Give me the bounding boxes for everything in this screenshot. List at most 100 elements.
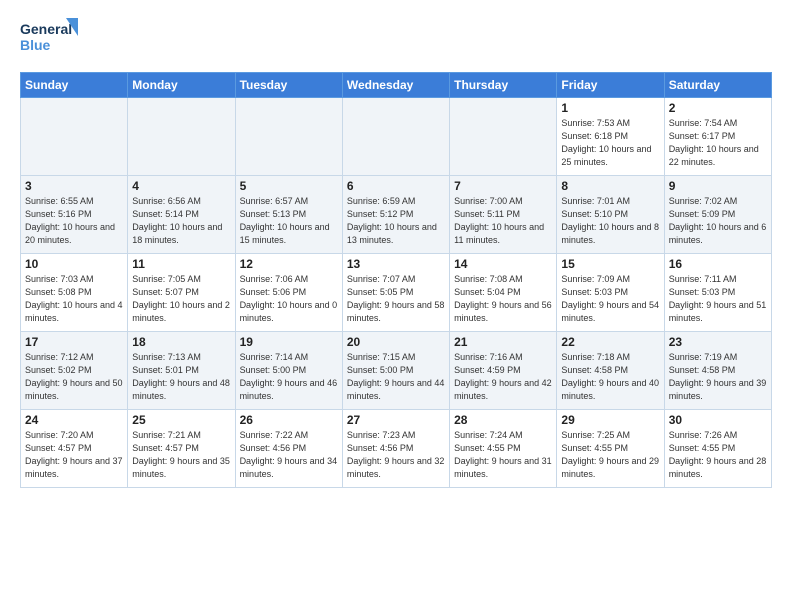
day-cell: 15Sunrise: 7:09 AM Sunset: 5:03 PM Dayli… [557,254,664,332]
day-cell: 26 Sunrise: 7:22 AM Sunset: 4:56 PM Dayli… [235,410,342,488]
day-info: Sunrise: 7:00 AM Sunset: 5:11 PM Dayligh… [454,195,552,247]
day-number: 24 [25,413,123,427]
day-number: 21 [454,335,552,349]
week-row-4: 17Sunrise: 7:12 AM Sunset: 5:02 PM Dayli… [21,332,772,410]
day-cell [235,98,342,176]
day-info: Sunrise: 7:15 AM Sunset: 5:00 PM Dayligh… [347,351,445,403]
day-number: 4 [132,179,230,193]
day-cell [450,98,557,176]
day-cell: 22 Sunrise: 7:18 AM Sunset: 4:58 PM Dayli… [557,332,664,410]
day-cell: 3 Sunrise: 6:55 AM Sunset: 5:16 PM Daylig… [21,176,128,254]
day-info: Sunrise: 7:22 AM Sunset: 4:56 PM Dayligh… [240,429,338,481]
day-cell: 30Sunrise: 7:26 AM Sunset: 4:55 PM Dayli… [664,410,771,488]
week-row-5: 24 Sunrise: 7:20 AM Sunset: 4:57 PM Dayli… [21,410,772,488]
header-cell-saturday: Saturday [664,73,771,98]
day-cell: 5 Sunrise: 6:57 AM Sunset: 5:13 PM Daylig… [235,176,342,254]
day-info: Sunrise: 6:56 AM Sunset: 5:14 PM Dayligh… [132,195,230,247]
day-number: 15 [561,257,659,271]
day-number: 13 [347,257,445,271]
day-info: Sunrise: 7:20 AM Sunset: 4:57 PM Dayligh… [25,429,123,481]
day-cell: 12Sunrise: 7:06 AM Sunset: 5:06 PM Dayli… [235,254,342,332]
day-info: Sunrise: 7:13 AM Sunset: 5:01 PM Dayligh… [132,351,230,403]
day-cell: 11 Sunrise: 7:05 AM Sunset: 5:07 PM Dayli… [128,254,235,332]
day-cell: 13 Sunrise: 7:07 AM Sunset: 5:05 PM Dayli… [342,254,449,332]
day-info: Sunrise: 7:05 AM Sunset: 5:07 PM Dayligh… [132,273,230,325]
day-cell: 4 Sunrise: 6:56 AM Sunset: 5:14 PM Daylig… [128,176,235,254]
day-info: Sunrise: 7:25 AM Sunset: 4:55 PM Dayligh… [561,429,659,481]
page: General Blue SundayMondayTuesdayWednesda… [0,0,792,498]
day-number: 14 [454,257,552,271]
week-row-1: 1 Sunrise: 7:53 AM Sunset: 6:18 PM Daylig… [21,98,772,176]
header-cell-thursday: Thursday [450,73,557,98]
day-cell: 9 Sunrise: 7:02 AM Sunset: 5:09 PM Daylig… [664,176,771,254]
day-cell: 28 Sunrise: 7:24 AM Sunset: 4:55 PM Dayli… [450,410,557,488]
day-info: Sunrise: 7:16 AM Sunset: 4:59 PM Dayligh… [454,351,552,403]
svg-text:General: General [20,21,72,37]
day-number: 25 [132,413,230,427]
day-number: 18 [132,335,230,349]
day-cell: 21 Sunrise: 7:16 AM Sunset: 4:59 PM Dayli… [450,332,557,410]
day-cell [342,98,449,176]
day-info: Sunrise: 7:53 AM Sunset: 6:18 PM Dayligh… [561,117,659,169]
day-cell: 16Sunrise: 7:11 AM Sunset: 5:03 PM Dayli… [664,254,771,332]
day-cell [21,98,128,176]
day-info: Sunrise: 7:01 AM Sunset: 5:10 PM Dayligh… [561,195,659,247]
day-info: Sunrise: 7:08 AM Sunset: 5:04 PM Dayligh… [454,273,552,325]
week-row-3: 10 Sunrise: 7:03 AM Sunset: 5:08 PM Dayli… [21,254,772,332]
day-info: Sunrise: 7:23 AM Sunset: 4:56 PM Dayligh… [347,429,445,481]
day-number: 1 [561,101,659,115]
day-number: 30 [669,413,767,427]
logo-icon: General Blue [20,16,80,60]
day-info: Sunrise: 6:59 AM Sunset: 5:12 PM Dayligh… [347,195,445,247]
day-number: 2 [669,101,767,115]
day-cell [128,98,235,176]
day-number: 29 [561,413,659,427]
day-cell: 1 Sunrise: 7:53 AM Sunset: 6:18 PM Daylig… [557,98,664,176]
day-cell: 8 Sunrise: 7:01 AM Sunset: 5:10 PM Daylig… [557,176,664,254]
calendar-table: SundayMondayTuesdayWednesdayThursdayFrid… [20,72,772,488]
day-info: Sunrise: 7:24 AM Sunset: 4:55 PM Dayligh… [454,429,552,481]
day-info: Sunrise: 7:07 AM Sunset: 5:05 PM Dayligh… [347,273,445,325]
day-info: Sunrise: 7:18 AM Sunset: 4:58 PM Dayligh… [561,351,659,403]
day-number: 7 [454,179,552,193]
day-number: 11 [132,257,230,271]
day-info: Sunrise: 7:11 AM Sunset: 5:03 PM Dayligh… [669,273,767,325]
day-number: 3 [25,179,123,193]
day-number: 23 [669,335,767,349]
day-number: 27 [347,413,445,427]
header-cell-wednesday: Wednesday [342,73,449,98]
day-cell: 18 Sunrise: 7:13 AM Sunset: 5:01 PM Dayli… [128,332,235,410]
day-cell: 23Sunrise: 7:19 AM Sunset: 4:58 PM Dayli… [664,332,771,410]
day-info: Sunrise: 7:21 AM Sunset: 4:57 PM Dayligh… [132,429,230,481]
day-number: 19 [240,335,338,349]
header-cell-monday: Monday [128,73,235,98]
day-info: Sunrise: 6:57 AM Sunset: 5:13 PM Dayligh… [240,195,338,247]
day-cell: 20Sunrise: 7:15 AM Sunset: 5:00 PM Dayli… [342,332,449,410]
day-cell: 24 Sunrise: 7:20 AM Sunset: 4:57 PM Dayli… [21,410,128,488]
header: General Blue [20,16,772,60]
day-cell: 29 Sunrise: 7:25 AM Sunset: 4:55 PM Dayli… [557,410,664,488]
day-info: Sunrise: 6:55 AM Sunset: 5:16 PM Dayligh… [25,195,123,247]
day-cell: 17Sunrise: 7:12 AM Sunset: 5:02 PM Dayli… [21,332,128,410]
day-number: 6 [347,179,445,193]
day-number: 5 [240,179,338,193]
day-number: 26 [240,413,338,427]
day-number: 9 [669,179,767,193]
day-number: 10 [25,257,123,271]
day-cell: 7 Sunrise: 7:00 AM Sunset: 5:11 PM Daylig… [450,176,557,254]
day-number: 22 [561,335,659,349]
day-cell: 19 Sunrise: 7:14 AM Sunset: 5:00 PM Dayli… [235,332,342,410]
day-cell: 25 Sunrise: 7:21 AM Sunset: 4:57 PM Dayli… [128,410,235,488]
day-info: Sunrise: 7:14 AM Sunset: 5:00 PM Dayligh… [240,351,338,403]
day-info: Sunrise: 7:03 AM Sunset: 5:08 PM Dayligh… [25,273,123,325]
day-number: 8 [561,179,659,193]
day-info: Sunrise: 7:02 AM Sunset: 5:09 PM Dayligh… [669,195,767,247]
day-info: Sunrise: 7:54 AM Sunset: 6:17 PM Dayligh… [669,117,767,169]
week-row-2: 3 Sunrise: 6:55 AM Sunset: 5:16 PM Daylig… [21,176,772,254]
day-number: 28 [454,413,552,427]
header-cell-sunday: Sunday [21,73,128,98]
header-cell-friday: Friday [557,73,664,98]
logo: General Blue [20,16,80,60]
day-info: Sunrise: 7:06 AM Sunset: 5:06 PM Dayligh… [240,273,338,325]
day-number: 17 [25,335,123,349]
